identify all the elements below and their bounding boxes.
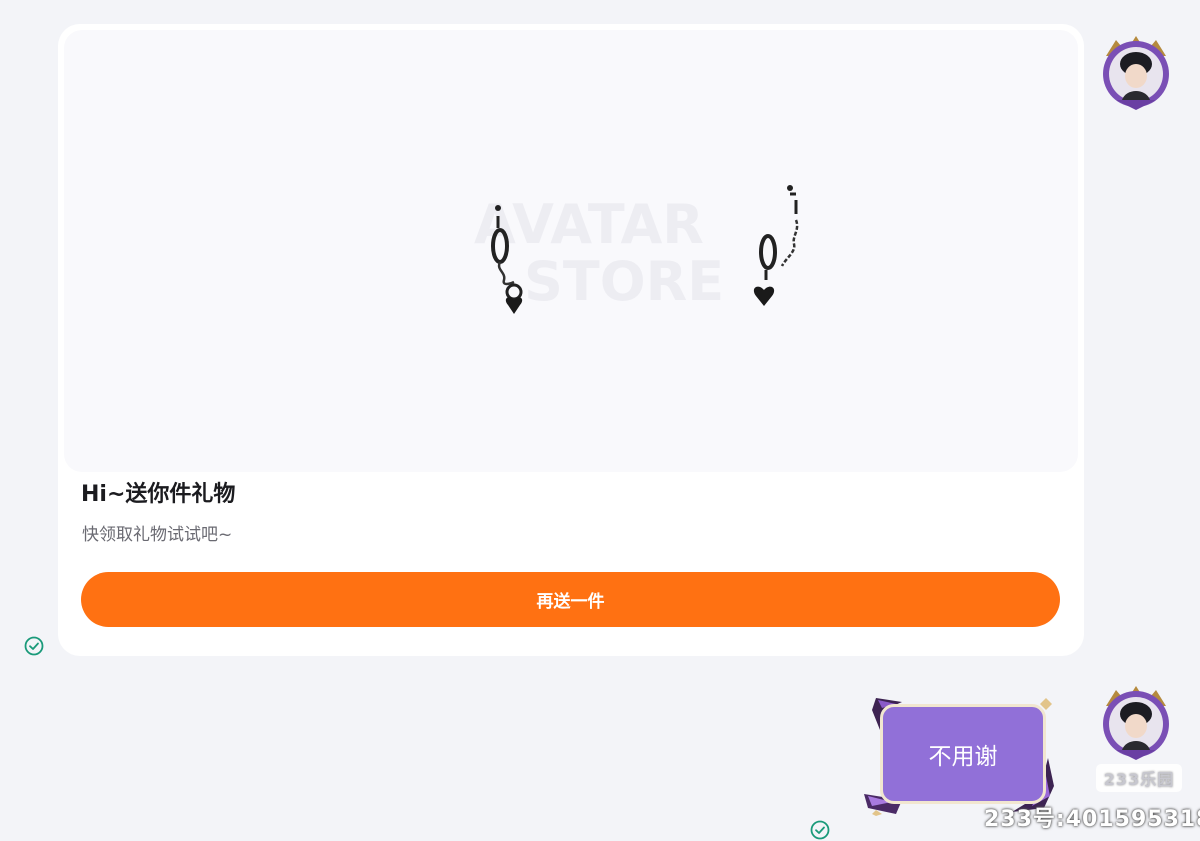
svg-text:STORE: STORE [524,250,724,308]
left-earring-icon [491,205,523,314]
gift-card-title: Hi~送你件礼物 [81,482,236,507]
check-circle-icon [810,820,830,840]
brand-watermark: 233乐园 [1096,764,1182,792]
reply-message-bubble[interactable]: 不用谢 [862,696,1058,816]
check-circle-icon [24,636,44,656]
gift-item-image[interactable]: AVATAR STORE [64,30,1078,472]
gift-card-subtitle: 快领取礼物试试吧~ [82,525,233,545]
user-avatar[interactable] [1098,34,1174,110]
reply-text: 不用谢 [880,704,1046,804]
right-earring-icon [753,185,799,306]
user-id-watermark: 233号:401595318 [984,807,1200,832]
send-another-gift-button[interactable]: 再送一件 [81,572,1060,627]
user-avatar[interactable] [1098,684,1174,760]
gift-message-card[interactable]: AVATAR STORE Hi~送你件礼物 快领取礼物试试吧~ 再送一件 [58,24,1084,656]
